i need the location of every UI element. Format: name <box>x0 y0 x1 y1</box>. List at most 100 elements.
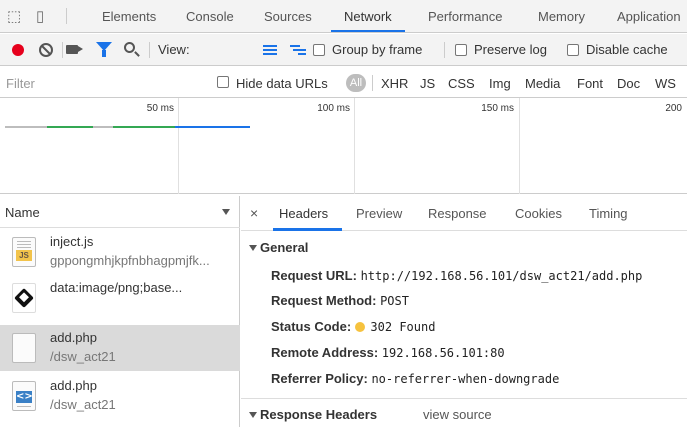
request-name: add.php <box>50 330 97 345</box>
request-method-value: POST <box>380 294 409 308</box>
divider <box>444 42 445 58</box>
tab-headers[interactable]: Headers <box>279 206 328 221</box>
image-file-icon <box>12 283 36 313</box>
timeline-gridline <box>354 98 355 194</box>
tab-console[interactable]: Console <box>186 9 234 24</box>
status-warning-icon <box>354 321 365 332</box>
filter-type-media[interactable]: Media <box>525 76 560 91</box>
timeline-tick-200ms: 200 <box>665 103 682 114</box>
timeline-bar <box>47 126 93 128</box>
filter-bar: Filter Hide data URLs All XHR JS CSS Img… <box>0 67 687 98</box>
hide-data-urls-checkbox[interactable] <box>217 76 229 88</box>
status-code-row: Status Code: 302 Found <box>271 319 435 334</box>
status-code-key: Status Code: <box>271 319 352 334</box>
request-row-selected[interactable]: add.php /dsw_act21 <box>0 325 240 371</box>
view-label: View: <box>158 42 190 57</box>
filter-input[interactable]: Filter <box>6 76 206 91</box>
device-toolbar-icon[interactable]: ▯ <box>36 7 44 25</box>
disable-cache-checkbox[interactable] <box>567 44 579 56</box>
active-tab-indicator <box>273 228 342 231</box>
name-column-label: Name <box>5 205 40 220</box>
triangle-down-icon <box>249 411 257 418</box>
referrer-policy-row: Referrer Policy: no-referrer-when-downgr… <box>271 371 559 386</box>
details-tab-bar: × Headers Preview Response Cookies Timin… <box>241 196 687 231</box>
waterfall-view-icon[interactable] <box>290 45 306 55</box>
filter-funnel-icon[interactable] <box>96 42 112 57</box>
filter-type-doc[interactable]: Doc <box>617 76 640 91</box>
blank-document-icon <box>12 333 36 363</box>
screenshot-camera-icon[interactable] <box>66 45 83 54</box>
timeline-overview[interactable]: 50 ms 100 ms 150 ms 200 <box>0 98 687 194</box>
timeline-tick-50ms: 50 ms <box>146 103 174 114</box>
filter-type-js[interactable]: JS <box>420 76 435 91</box>
request-row[interactable]: JS inject.js gppongmhjkpfnbhagpmjfk... <box>0 229 240 275</box>
filter-type-css[interactable]: CSS <box>448 76 475 91</box>
request-row[interactable]: <> add.php /dsw_act21 <box>0 373 240 419</box>
name-column-header[interactable]: Name <box>0 196 240 228</box>
request-details: × Headers Preview Response Cookies Timin… <box>241 196 687 427</box>
request-url-key: Request URL: <box>271 268 357 283</box>
js-file-icon: JS <box>12 237 36 267</box>
status-code-value: 302 Found <box>370 320 436 334</box>
tab-sources[interactable]: Sources <box>264 9 312 24</box>
divider <box>66 8 67 24</box>
response-headers-section-toggle[interactable]: Response Headers <box>249 407 377 422</box>
record-icon[interactable] <box>12 44 24 56</box>
general-section-title: General <box>260 240 309 255</box>
tab-response[interactable]: Response <box>428 206 487 221</box>
clear-icon[interactable] <box>39 43 53 57</box>
large-rows-icon[interactable] <box>263 45 277 55</box>
network-toolbar: View: Group by frame Preserve log Disabl… <box>0 34 687 66</box>
chevron-down-icon[interactable] <box>222 209 230 215</box>
tab-cookies[interactable]: Cookies <box>515 206 562 221</box>
remote-address-row: Remote Address: 192.168.56.101:80 <box>271 345 505 360</box>
active-tab-indicator <box>331 30 405 32</box>
referrer-policy-value: no-referrer-when-downgrade <box>371 372 560 386</box>
close-icon[interactable]: × <box>250 205 258 221</box>
tab-application[interactable]: Application <box>617 9 681 24</box>
tab-preview[interactable]: Preview <box>356 206 402 221</box>
general-section-toggle[interactable]: General <box>249 240 308 255</box>
disable-cache-label: Disable cache <box>586 42 668 57</box>
filter-type-ws[interactable]: WS <box>655 76 676 91</box>
group-by-frame-checkbox[interactable] <box>313 44 325 56</box>
request-path: /dsw_act21 <box>50 349 116 364</box>
search-icon[interactable] <box>124 42 135 53</box>
view-source-link[interactable]: view source <box>423 407 492 422</box>
divider <box>372 75 373 91</box>
devtools-tab-bar: ⬚ ▯ Elements Console Sources Network Per… <box>0 0 687 33</box>
request-url-value: http://192.168.56.101/dsw_act21/add.php <box>360 269 643 283</box>
request-row[interactable]: data:image/png;base... <box>0 275 240 321</box>
request-method-row: Request Method: POST <box>271 293 409 308</box>
remote-address-key: Remote Address: <box>271 345 379 360</box>
tab-timing[interactable]: Timing <box>589 206 628 221</box>
timeline-tick-150ms: 150 ms <box>481 103 514 114</box>
timeline-tick-100ms: 100 ms <box>317 103 350 114</box>
group-by-frame-label: Group by frame <box>332 42 423 57</box>
request-list: Name JS inject.js gppongmhjkpfnbhagpmjfk… <box>0 196 240 427</box>
timeline-bar <box>175 126 250 128</box>
request-name: inject.js <box>50 234 94 249</box>
divider <box>62 42 63 58</box>
inspect-element-icon[interactable]: ⬚ <box>7 7 21 25</box>
request-url-row: Request URL: http://192.168.56.101/dsw_a… <box>271 268 642 283</box>
request-name: add.php <box>50 378 97 393</box>
request-method-key: Request Method: <box>271 293 377 308</box>
filter-type-font[interactable]: Font <box>577 76 603 91</box>
tab-elements[interactable]: Elements <box>102 9 156 24</box>
tab-memory[interactable]: Memory <box>538 9 585 24</box>
filter-type-all[interactable]: All <box>346 74 366 92</box>
divider <box>149 42 150 58</box>
hide-data-urls-label: Hide data URLs <box>236 76 328 91</box>
triangle-down-icon <box>249 244 257 251</box>
timeline-gridline <box>519 98 520 194</box>
tab-network[interactable]: Network <box>344 9 392 24</box>
preserve-log-checkbox[interactable] <box>455 44 467 56</box>
filter-type-xhr[interactable]: XHR <box>381 76 408 91</box>
request-path: /dsw_act21 <box>50 397 116 412</box>
remote-address-value: 192.168.56.101:80 <box>381 346 505 360</box>
divider <box>241 398 687 399</box>
filter-type-img[interactable]: Img <box>489 76 511 91</box>
referrer-policy-key: Referrer Policy: <box>271 371 368 386</box>
tab-performance[interactable]: Performance <box>428 9 502 24</box>
